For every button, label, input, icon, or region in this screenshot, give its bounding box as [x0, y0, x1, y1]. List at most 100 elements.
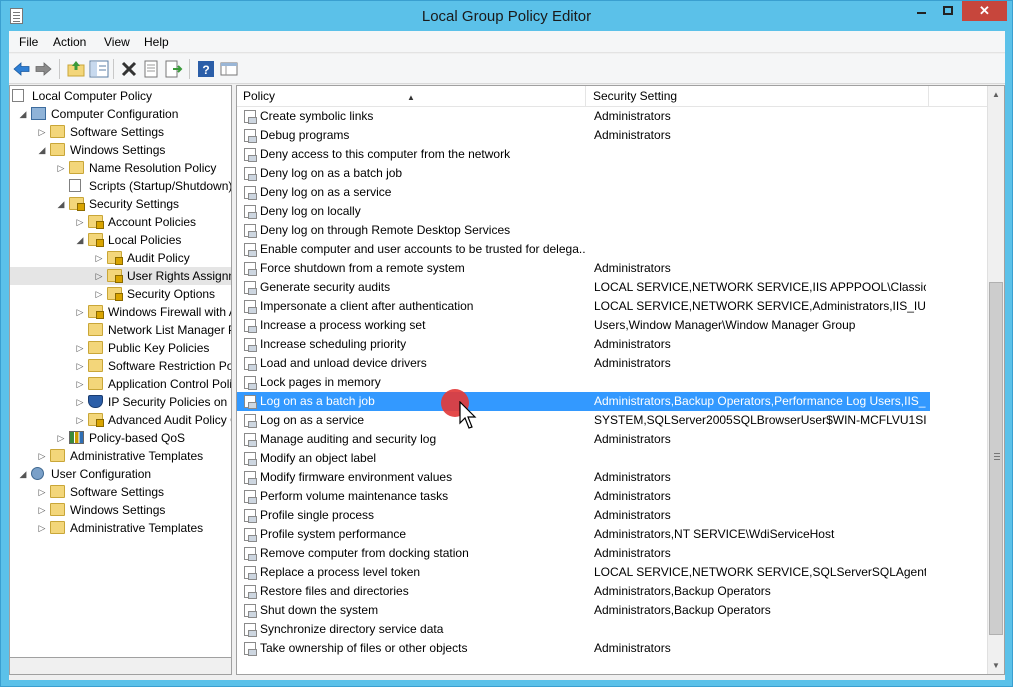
menu-view[interactable]: View: [104, 35, 130, 49]
policy-row[interactable]: Log on as a service SYSTEM,SQLServer2005S…: [237, 411, 930, 430]
policy-list[interactable]: Policy ▲ Security Setting Create symboli…: [236, 85, 1005, 675]
expand-icon[interactable]: ▷: [94, 267, 104, 285]
policy-row[interactable]: Deny log on through Remote Desktop Servi…: [237, 221, 930, 240]
tree-node[interactable]: ▷ User Rights Assignment: [10, 267, 231, 285]
scroll-down-icon[interactable]: ▼: [988, 657, 1004, 674]
column-header-security-setting[interactable]: Security Setting: [586, 86, 929, 107]
show-hide-tree-icon[interactable]: [89, 59, 109, 79]
tree-node[interactable]: Local Computer Policy: [10, 87, 231, 105]
tree-node[interactable]: ▷ Security Options: [10, 285, 231, 303]
tree-node[interactable]: ▷ Policy-based QoS: [10, 429, 231, 447]
expand-icon[interactable]: ▷: [37, 447, 47, 465]
tree-node[interactable]: ◢ Security Settings: [10, 195, 231, 213]
console-tree[interactable]: Local Computer Policy ◢ Computer Configura…: [9, 85, 232, 658]
expand-icon[interactable]: ▷: [75, 303, 85, 321]
collapse-icon[interactable]: ◢: [75, 231, 85, 249]
properties-icon[interactable]: [141, 59, 161, 79]
expand-icon[interactable]: ▷: [94, 285, 104, 303]
expand-icon[interactable]: ▷: [37, 519, 47, 537]
policy-row[interactable]: Increase scheduling priority Administrato…: [237, 335, 930, 354]
tree-node[interactable]: ◢ Local Policies: [10, 231, 231, 249]
policy-row[interactable]: Deny access to this computer from the ne…: [237, 145, 930, 164]
up-folder-icon[interactable]: [66, 59, 86, 79]
policy-row[interactable]: Load and unload device drivers Administra…: [237, 354, 930, 373]
tree-horizontal-scrollbar[interactable]: [9, 658, 232, 675]
tree-node[interactable]: ◢ Windows Settings: [10, 141, 231, 159]
menu-help[interactable]: Help: [144, 35, 169, 49]
column-header-policy[interactable]: Policy ▲: [237, 86, 586, 107]
tree-node[interactable]: ▷ Administrative Templates: [10, 519, 231, 537]
scroll-up-icon[interactable]: ▲: [988, 86, 1004, 103]
policy-row[interactable]: Take ownership of files or other objects…: [237, 639, 930, 658]
tree-node[interactable]: ▷ Windows Firewall with Advanced Security: [10, 303, 231, 321]
expand-icon[interactable]: ▷: [75, 213, 85, 231]
delete-icon[interactable]: [119, 59, 139, 79]
export-list-icon[interactable]: [163, 59, 183, 79]
back-arrow-icon[interactable]: [12, 59, 32, 79]
tree-node[interactable]: ▷ Software Settings: [10, 483, 231, 501]
tree-node[interactable]: ◢ User Configuration: [10, 465, 231, 483]
expand-icon[interactable]: ▷: [37, 123, 47, 141]
policy-row[interactable]: Deny log on as a batch job: [237, 164, 930, 183]
expand-icon[interactable]: ▷: [75, 393, 85, 411]
policy-row[interactable]: Restore files and directories Administrat…: [237, 582, 930, 601]
policy-row[interactable]: Enable computer and user accounts to be …: [237, 240, 930, 259]
expand-icon[interactable]: ▷: [37, 483, 47, 501]
expand-icon[interactable]: ▷: [56, 159, 66, 177]
policy-row[interactable]: Create symbolic links Administrators: [237, 107, 930, 126]
policy-row[interactable]: Force shutdown from a remote system Admin…: [237, 259, 930, 278]
policy-row[interactable]: Remove computer from docking station Admi…: [237, 544, 930, 563]
tree-node[interactable]: ▷ Audit Policy: [10, 249, 231, 267]
policy-row[interactable]: Lock pages in memory: [237, 373, 930, 392]
policy-row[interactable]: Deny log on locally: [237, 202, 930, 221]
collapse-icon[interactable]: ◢: [37, 141, 47, 159]
policy-row[interactable]: Deny log on as a service: [237, 183, 930, 202]
tree-node[interactable]: ▷ Name Resolution Policy: [10, 159, 231, 177]
policy-row[interactable]: Perform volume maintenance tasks Administ…: [237, 487, 930, 506]
policy-row[interactable]: Manage auditing and security log Administ…: [237, 430, 930, 449]
collapse-icon[interactable]: ◢: [18, 465, 28, 483]
expand-icon[interactable]: ▷: [94, 249, 104, 267]
scroll-thumb[interactable]: [989, 282, 1003, 635]
tree-node[interactable]: ▷ Software Restriction Policies: [10, 357, 231, 375]
tree-node[interactable]: ▷ Windows Settings: [10, 501, 231, 519]
menu-file[interactable]: File: [19, 35, 38, 49]
expand-icon[interactable]: ▷: [75, 411, 85, 429]
menu-action[interactable]: Action: [53, 35, 86, 49]
list-vertical-scrollbar[interactable]: ▲ ▼: [987, 86, 1004, 674]
policy-row[interactable]: Log on as a batch job Administrators,Back…: [237, 392, 930, 411]
policy-row[interactable]: Impersonate a client after authenticatio…: [237, 297, 930, 316]
collapse-icon[interactable]: ◢: [18, 105, 28, 123]
expand-icon[interactable]: ▷: [75, 339, 85, 357]
help-icon[interactable]: ?: [196, 59, 216, 79]
policy-row[interactable]: Increase a process working set Users,Wind…: [237, 316, 930, 335]
tree-node[interactable]: ▷ Advanced Audit Policy Configuration: [10, 411, 231, 429]
tree-node[interactable]: ▷ Software Settings: [10, 123, 231, 141]
policy-row[interactable]: Debug programs Administrators: [237, 126, 930, 145]
policy-row[interactable]: Generate security audits LOCAL SERVICE,NE…: [237, 278, 930, 297]
policy-row[interactable]: Modify firmware environment values Admini…: [237, 468, 930, 487]
expand-icon[interactable]: ▷: [37, 501, 47, 519]
policy-row[interactable]: Replace a process level token LOCAL SERVI…: [237, 563, 930, 582]
policy-row[interactable]: Shut down the system Administrators,Backu…: [237, 601, 930, 620]
maximize-button[interactable]: [935, 1, 961, 21]
expand-icon[interactable]: ▷: [56, 429, 66, 447]
tree-node[interactable]: ◢ Computer Configuration: [10, 105, 231, 123]
tree-node[interactable]: ▷ Administrative Templates: [10, 447, 231, 465]
collapse-icon[interactable]: ◢: [56, 195, 66, 213]
console-view-icon[interactable]: [219, 59, 239, 79]
tree-node[interactable]: Scripts (Startup/Shutdown): [10, 177, 231, 195]
policy-row[interactable]: Synchronize directory service data: [237, 620, 930, 639]
tree-node[interactable]: ▷ Public Key Policies: [10, 339, 231, 357]
minimize-button[interactable]: [909, 1, 935, 21]
tree-node[interactable]: ▷ Application Control Policies: [10, 375, 231, 393]
policy-row[interactable]: Modify an object label: [237, 449, 930, 468]
policy-row[interactable]: Profile system performance Administrators…: [237, 525, 930, 544]
tree-node[interactable]: Network List Manager Policies: [10, 321, 231, 339]
tree-node[interactable]: ▷ Account Policies: [10, 213, 231, 231]
title-bar[interactable]: Local Group Policy Editor ✕: [1, 1, 1012, 31]
expand-icon[interactable]: ▷: [75, 357, 85, 375]
close-button[interactable]: ✕: [962, 1, 1007, 21]
policy-row[interactable]: Profile single process Administrators: [237, 506, 930, 525]
expand-icon[interactable]: ▷: [75, 375, 85, 393]
